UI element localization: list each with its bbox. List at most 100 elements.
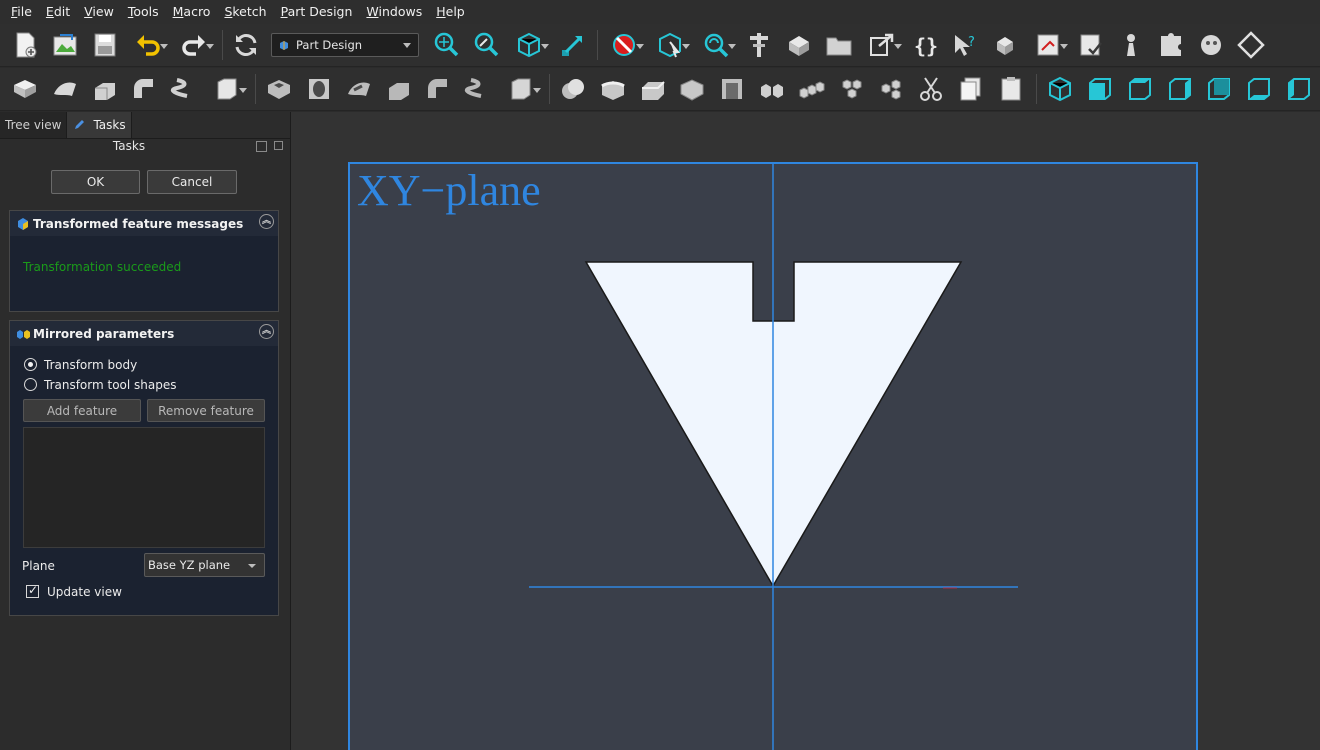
menu-part-design[interactable]: Part Design: [274, 0, 360, 24]
part-design-workbench-icon: [280, 41, 288, 50]
sync-view-icon[interactable]: [694, 26, 738, 64]
view-top-icon[interactable]: [1121, 70, 1159, 108]
puzzle-icon[interactable]: [1152, 26, 1190, 64]
menu-edit[interactable]: Edit: [39, 0, 77, 24]
diamond-icon[interactable]: [1232, 26, 1270, 64]
view-rear-icon[interactable]: [1200, 70, 1238, 108]
workbench-selector[interactable]: Part Design: [271, 33, 419, 57]
view-bottom-icon[interactable]: [1240, 70, 1278, 108]
additive-pipe-icon[interactable]: [126, 70, 164, 108]
viewport-canvas[interactable]: XY−plane: [291, 112, 1320, 750]
isometric-view-icon[interactable]: [507, 26, 551, 64]
pad-icon[interactable]: [6, 70, 44, 108]
menu-label-rest: ools: [133, 4, 159, 19]
create-sketch-icon[interactable]: [1026, 26, 1070, 64]
pencil-icon: [75, 120, 85, 129]
tab-tasks-label: Tasks: [93, 118, 126, 132]
collapse-icon[interactable]: ︽: [259, 214, 274, 229]
addon-manager-icon[interactable]: [1192, 26, 1230, 64]
ok-button[interactable]: OK: [51, 170, 140, 194]
menu-file[interactable]: File: [4, 0, 39, 24]
update-view-label: Update view: [47, 585, 122, 599]
boolean-icon[interactable]: [554, 70, 592, 108]
measure-icon[interactable]: [553, 26, 591, 64]
thickness-icon[interactable]: [713, 70, 751, 108]
close-panel-icon[interactable]: [274, 141, 283, 150]
polar-pattern-icon[interactable]: [833, 70, 871, 108]
tab-tree-view[interactable]: Tree view: [0, 112, 68, 138]
save-icon[interactable]: [86, 26, 124, 64]
part-icon[interactable]: [780, 26, 818, 64]
caliper-icon[interactable]: [740, 26, 778, 64]
macro-braces-icon[interactable]: {}: [906, 26, 944, 64]
menu-label-rest: iew: [92, 4, 114, 19]
whats-this-icon[interactable]: ?: [946, 26, 984, 64]
float-panel-icon[interactable]: [256, 141, 267, 152]
features-list[interactable]: [23, 427, 265, 548]
menu-macro[interactable]: Macro: [166, 0, 218, 24]
additive-loft-icon[interactable]: [86, 70, 124, 108]
view-right-icon[interactable]: [1161, 70, 1199, 108]
revolution-icon[interactable]: [46, 70, 84, 108]
menu-label-rest: acro: [183, 4, 211, 19]
subtractive-primitive-icon[interactable]: [499, 70, 543, 108]
refresh-icon[interactable]: [227, 26, 265, 64]
plane-select[interactable]: Base YZ plane: [144, 553, 265, 577]
box-selection-icon[interactable]: [648, 26, 692, 64]
view-isometric-icon[interactable]: [1041, 70, 1079, 108]
draft-icon[interactable]: [673, 70, 711, 108]
no-draw-style-icon[interactable]: [602, 26, 646, 64]
subtractive-pipe-icon[interactable]: [419, 70, 457, 108]
menu-label-rest: art Design: [287, 4, 353, 19]
validate-sketch-icon[interactable]: [1072, 26, 1110, 64]
menu-tools[interactable]: Tools: [121, 0, 166, 24]
subtractive-loft-icon[interactable]: [380, 70, 418, 108]
hole-icon[interactable]: [300, 70, 338, 108]
tab-tasks[interactable]: Tasks: [67, 112, 132, 138]
fit-selection-icon[interactable]: [467, 26, 505, 64]
remove-feature-button[interactable]: Remove feature: [147, 399, 265, 422]
messages-box-header[interactable]: Transformed feature messages ︽: [10, 211, 278, 236]
chess-pawn-icon[interactable]: [1112, 26, 1150, 64]
collapse-icon[interactable]: ︽: [259, 324, 274, 339]
params-box-header[interactable]: Mirrored parameters ︽: [10, 321, 278, 346]
combo-view-panel: Tree view Tasks Tasks OK Cancel Transfor…: [0, 112, 291, 750]
mirrored-icon[interactable]: [753, 70, 791, 108]
groove-icon[interactable]: [340, 70, 378, 108]
cancel-button[interactable]: Cancel: [147, 170, 237, 194]
new-document-icon[interactable]: [6, 26, 44, 64]
additive-helix-icon[interactable]: [165, 70, 203, 108]
update-view-checkbox[interactable]: [26, 583, 39, 598]
multi-transform-icon[interactable]: [873, 70, 911, 108]
view-left-icon[interactable]: [1280, 70, 1318, 108]
open-file-icon[interactable]: [46, 26, 84, 64]
link-icon[interactable]: [860, 26, 904, 64]
folder-icon[interactable]: [820, 26, 858, 64]
pocket-icon[interactable]: [260, 70, 298, 108]
linear-pattern-icon[interactable]: [793, 70, 831, 108]
menu-label-rest: ile: [17, 4, 32, 19]
subtractive-helix-icon[interactable]: [459, 70, 497, 108]
fillet-icon[interactable]: [594, 70, 632, 108]
redo-icon[interactable]: [172, 26, 216, 64]
3d-viewport[interactable]: XY−plane: [291, 112, 1320, 750]
fit-all-icon[interactable]: [427, 26, 465, 64]
chamfer-icon[interactable]: [634, 70, 672, 108]
transform-body-radio[interactable]: [24, 358, 37, 371]
scissors-icon[interactable]: [913, 70, 951, 108]
undo-icon[interactable]: [126, 26, 170, 64]
copy-icon[interactable]: [952, 70, 990, 108]
menu-sketch[interactable]: Sketch: [217, 0, 273, 24]
menu-view[interactable]: View: [77, 0, 121, 24]
paste-icon[interactable]: [992, 70, 1030, 108]
toolbar-separator: [548, 74, 550, 104]
menu-label-rest: dit: [53, 4, 71, 19]
menu-help[interactable]: Help: [429, 0, 472, 24]
transform-tool-shapes-radio[interactable]: [24, 378, 37, 391]
additive-primitive-icon[interactable]: [205, 70, 249, 108]
menu-windows[interactable]: Windows: [359, 0, 429, 24]
toolbar-separator: [222, 30, 223, 60]
body-icon[interactable]: [986, 26, 1024, 64]
view-front-icon[interactable]: [1081, 70, 1119, 108]
add-feature-button[interactable]: Add feature: [23, 399, 141, 422]
